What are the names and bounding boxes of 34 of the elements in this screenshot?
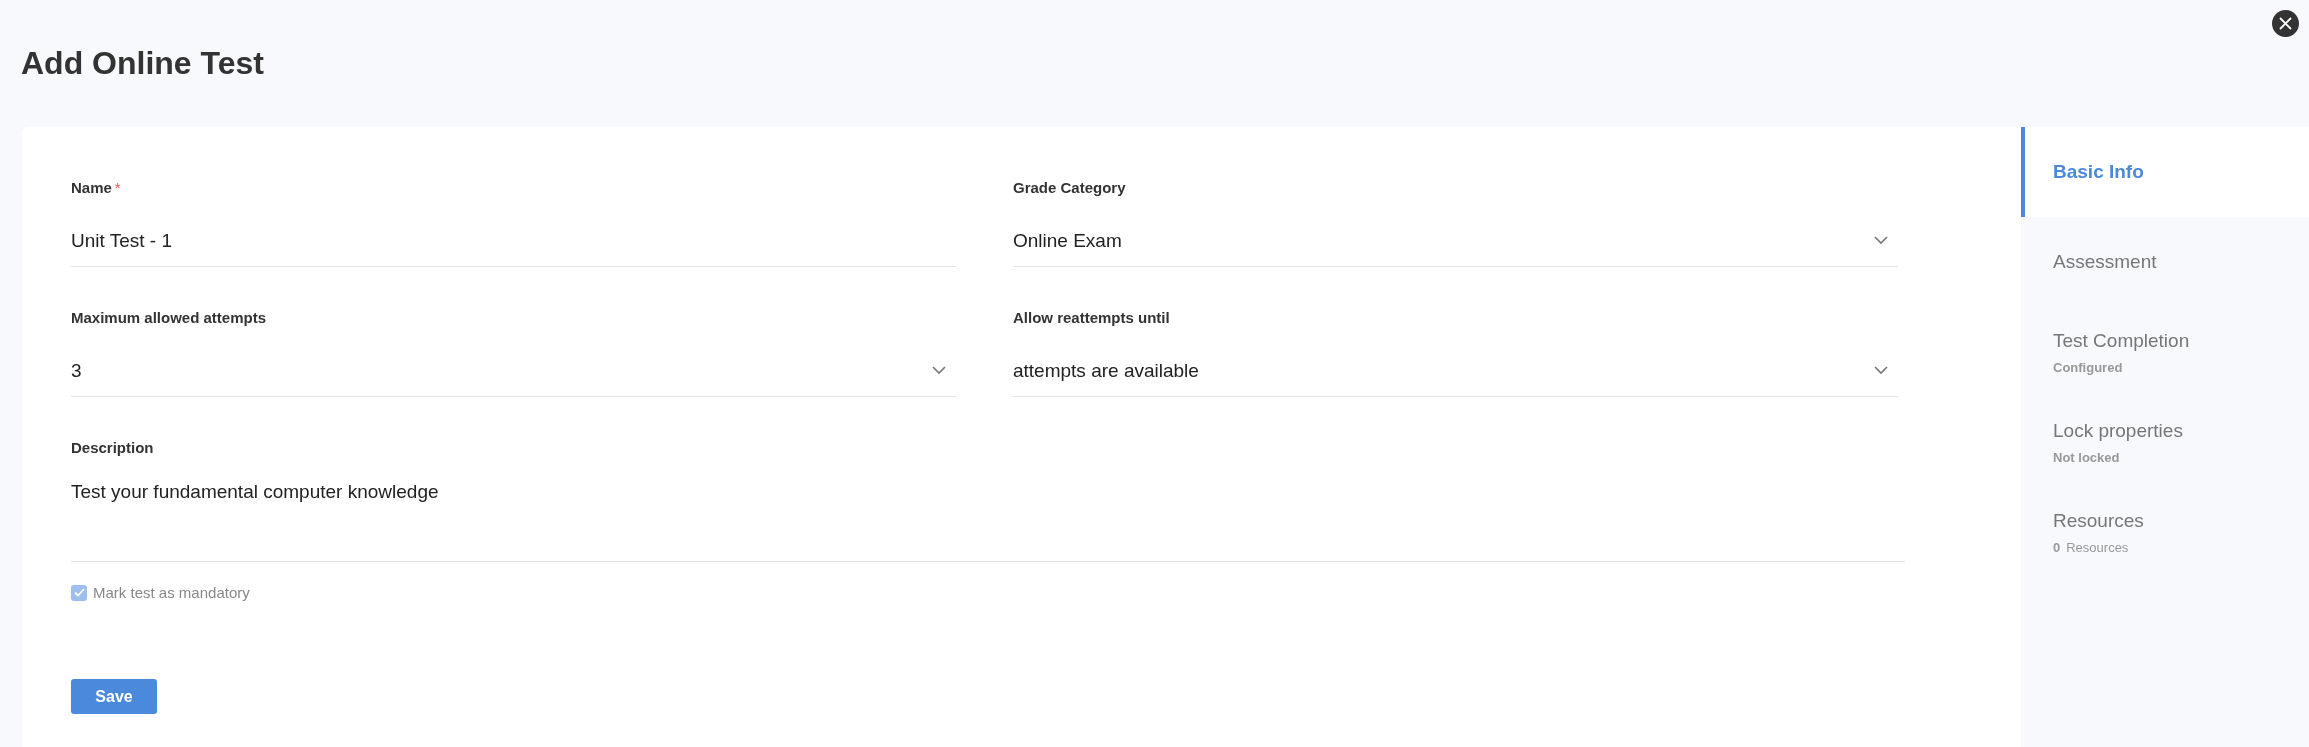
close-button[interactable] [2272, 10, 2299, 37]
field-label: Name [71, 179, 112, 196]
sidebar-item-label: Basic Info [2053, 161, 2145, 183]
checkbox[interactable] [71, 584, 87, 601]
chevron-down-icon [1874, 236, 1888, 245]
chevron-down-icon [932, 366, 946, 375]
sidebar-item[interactable]: Basic Info [2021, 127, 2309, 217]
field-label: Allow reattempts until [1013, 309, 1170, 326]
resource-count: 0 [2053, 539, 2061, 555]
select-field[interactable]: Online Exam [1013, 207, 1898, 267]
sidebar-item-label: Resources [2053, 509, 2145, 532]
select-field[interactable]: attempts are available [1013, 337, 1898, 397]
field-label: Description [71, 439, 154, 456]
save-button[interactable]: Save [71, 679, 157, 714]
sidebar-item-status: Configured [2053, 359, 2123, 375]
required-asterisk: * [114, 179, 121, 196]
input-field[interactable]: Unit Test - 1 [71, 207, 956, 267]
checkbox-label: Mark test as mandatory [93, 584, 250, 601]
sidebar-item-label: Assessment [2053, 251, 2158, 273]
sidebar-item[interactable]: Test Completion Configured [2021, 307, 2309, 397]
select-field[interactable]: 3 [71, 337, 956, 397]
close-icon [2279, 17, 2292, 30]
sidebar-item-status: Not locked [2053, 449, 2120, 465]
field-label: Grade Category [1013, 179, 1126, 196]
sidebar-item[interactable]: Assessment [2021, 217, 2309, 307]
sidebar-item[interactable]: Resources 0 Resources [2021, 487, 2309, 577]
textarea-field[interactable]: Test your fundamental computer knowledge [71, 457, 1905, 562]
sidebar-item-label: Test Completion [2053, 329, 2191, 352]
sidebar-item-label: Lock properties [2053, 419, 2184, 442]
page-title: Add Online Test [21, 45, 264, 82]
sidebar-item-status: Resources [2066, 539, 2129, 555]
chevron-down-icon [1874, 366, 1888, 375]
field-label: Maximum allowed attempts [71, 309, 267, 326]
sidebar-item[interactable]: Lock properties Not locked [2021, 397, 2309, 487]
